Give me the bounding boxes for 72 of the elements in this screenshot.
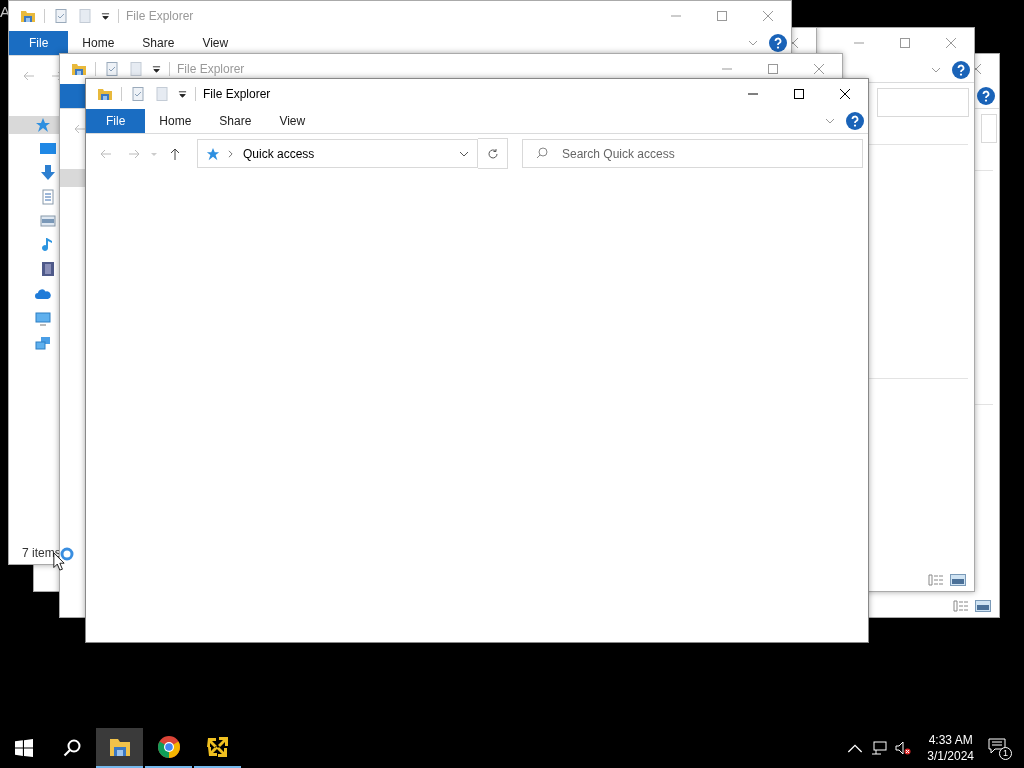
folder-icon <box>97 86 113 102</box>
desktop-icon <box>40 141 56 157</box>
back-icon[interactable] <box>74 122 86 135</box>
back-icon[interactable] <box>100 147 112 160</box>
help-icon[interactable] <box>846 112 864 130</box>
ribbon-tab[interactable]: Home <box>68 31 129 55</box>
details-view-icon[interactable] <box>928 574 944 586</box>
folder-icon <box>71 61 87 77</box>
address-text: Quick access <box>243 146 315 161</box>
ribbon-tab[interactable]: Share <box>128 31 189 55</box>
expand-ribbon-icon[interactable] <box>931 67 941 73</box>
quick-access-icon <box>35 117 51 133</box>
documents-icon <box>40 189 56 205</box>
address-bar[interactable]: Quick access <box>197 139 478 168</box>
clock[interactable]: 4:33 AM 3/1/2024 <box>927 732 974 764</box>
search-icon[interactable] <box>63 739 81 757</box>
back-icon[interactable] <box>23 69 35 82</box>
muted-volume-icon[interactable] <box>895 741 912 755</box>
window-title: File Explorer <box>177 62 245 76</box>
clock-date: 3/1/2024 <box>927 748 974 764</box>
help-icon[interactable] <box>977 87 995 105</box>
ribbon-tab[interactable]: View <box>188 31 243 55</box>
ribbon-tab[interactable]: View <box>265 109 320 133</box>
expand-ribbon-icon[interactable] <box>825 118 835 124</box>
help-icon[interactable] <box>952 61 970 79</box>
network-icon <box>35 336 51 352</box>
window-title: File Explorer <box>203 87 271 101</box>
breadcrumb-chevron-icon[interactable] <box>228 149 233 158</box>
ribbon-tab[interactable] <box>60 84 86 108</box>
file-explorer-app-button[interactable] <box>96 728 143 768</box>
large-icons-view-icon[interactable] <box>975 600 991 612</box>
ribbon-tab[interactable]: Home <box>145 109 206 133</box>
quick-access-star-icon <box>206 146 220 161</box>
details-view-icon[interactable] <box>953 600 969 612</box>
properties-icon[interactable] <box>53 8 69 24</box>
folder-icon <box>20 8 36 24</box>
videos-icon <box>40 261 56 277</box>
onedrive-icon <box>35 286 51 302</box>
customize-caret-icon[interactable] <box>152 64 161 74</box>
network-icon[interactable] <box>871 741 888 755</box>
search-icon <box>536 147 548 159</box>
expand-ribbon-icon[interactable] <box>748 40 758 46</box>
close-icon[interactable] <box>840 89 850 99</box>
chrome-icon[interactable] <box>156 735 181 759</box>
clock-time: 4:33 AM <box>928 732 973 748</box>
properties-icon[interactable] <box>104 61 120 77</box>
search-field[interactable] <box>877 88 969 117</box>
forward-icon[interactable] <box>128 147 140 160</box>
ribbon-tab[interactable]: File <box>86 109 146 133</box>
window-title: File Explorer <box>126 9 194 23</box>
new-folder-icon[interactable] <box>128 61 144 77</box>
ribbon-tab[interactable]: Share <box>205 109 266 133</box>
customize-caret-icon[interactable] <box>178 89 187 99</box>
downloads-icon <box>40 165 56 181</box>
maximize-icon[interactable] <box>794 89 804 99</box>
customize-caret-icon[interactable] <box>101 11 110 21</box>
notification-badge: 1 <box>999 747 1012 760</box>
ribbon-tab[interactable]: File <box>9 31 69 55</box>
refresh-icon[interactable] <box>486 147 499 160</box>
pictures-icon <box>40 213 56 229</box>
properties-icon[interactable] <box>130 86 146 102</box>
this-pc-icon <box>35 311 51 327</box>
arrows-icon[interactable] <box>205 735 230 759</box>
help-icon[interactable] <box>769 34 787 52</box>
action-center-icon[interactable] <box>988 738 1006 754</box>
search-field[interactable]: Search Quick access <box>522 139 863 168</box>
busy-ring-icon <box>60 547 74 561</box>
large-icons-view-icon[interactable] <box>950 574 966 586</box>
search-field[interactable] <box>981 114 997 143</box>
address-dropdown-icon[interactable] <box>459 150 469 157</box>
windows-logo-icon[interactable] <box>15 739 33 757</box>
up-icon[interactable] <box>169 147 181 160</box>
